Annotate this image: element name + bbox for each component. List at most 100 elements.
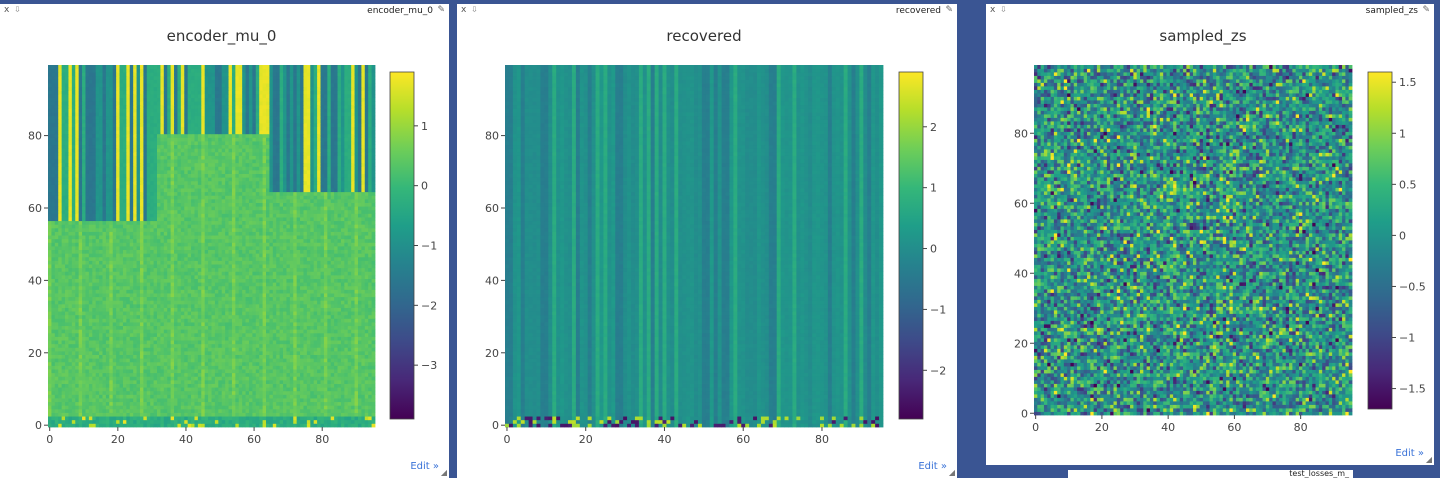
heatmap-cell <box>65 358 69 363</box>
heatmap-cell <box>272 372 277 377</box>
heatmap-cell <box>323 296 328 301</box>
heatmap-cell <box>126 260 131 265</box>
heatmap-cell <box>112 256 117 261</box>
heatmap-cell <box>357 293 362 298</box>
heatmap-cell <box>262 271 267 276</box>
heatmap-cell <box>259 260 263 265</box>
heatmap-cell <box>276 401 281 406</box>
heatmap-cell <box>184 296 189 301</box>
heatmap-cell <box>105 343 110 348</box>
heatmap-cell <box>218 318 223 323</box>
heatmap-cell <box>262 253 267 258</box>
heatmap-cell <box>351 387 355 392</box>
heatmap-cell <box>221 350 226 355</box>
heatmap-cell <box>92 369 97 374</box>
heatmap-cell <box>235 398 240 403</box>
heatmap-cell <box>112 296 117 301</box>
heatmap-cell <box>272 383 277 388</box>
heatmap-cell <box>245 398 250 403</box>
heatmap-chart-encoder-mu-0[interactable]: encoder_mu_00 20 40 60 8002040608010−1−2−3 <box>0 4 449 478</box>
heatmap-cell <box>88 354 93 359</box>
heatmap-cell <box>105 278 110 283</box>
heatmap-cell <box>153 318 158 323</box>
heatmap-cell <box>269 264 274 269</box>
heatmap-cell <box>218 350 223 355</box>
heatmap-cell <box>136 405 141 410</box>
heatmap-cell <box>364 343 369 348</box>
heatmap-cell <box>51 343 56 348</box>
heatmap-cell <box>361 300 366 305</box>
heatmap-cell <box>122 246 127 251</box>
heatmap-cell <box>334 408 338 413</box>
heatmap-cell <box>150 372 154 377</box>
heatmap-cell <box>174 358 178 363</box>
heatmap-cell <box>289 387 294 392</box>
heatmap-cell <box>245 246 250 251</box>
heatmap-cell <box>289 354 294 359</box>
heatmap-cell <box>180 387 185 392</box>
heatmap-cell <box>163 238 168 243</box>
heatmap-cell <box>361 372 366 377</box>
heatmap-cell <box>238 401 243 406</box>
heatmap-cell <box>112 408 117 413</box>
heatmap-cell <box>51 314 56 319</box>
heatmap-cell <box>157 300 161 305</box>
heatmap-cell <box>361 242 366 247</box>
heatmap-cell <box>286 318 291 323</box>
heatmap-cell <box>228 260 233 265</box>
heatmap-cell <box>65 336 69 341</box>
heatmap-cell <box>255 340 260 345</box>
heatmap-cell <box>201 369 206 374</box>
heatmap-cell <box>242 249 246 254</box>
heatmap-cell <box>283 419 287 424</box>
heatmap-cell <box>235 412 240 417</box>
heatmap-cell <box>320 387 325 392</box>
heatmap-cell <box>330 423 335 428</box>
heatmap-cell <box>68 412 73 417</box>
heatmap-cell <box>174 343 178 348</box>
heatmap-cell <box>238 267 243 272</box>
heatmap-cell <box>279 267 284 272</box>
heatmap-cell <box>119 369 124 374</box>
heatmap-cell <box>272 271 277 276</box>
heatmap-cell <box>133 361 137 366</box>
heatmap-cell <box>293 267 298 272</box>
heatmap-cell <box>235 372 240 377</box>
heatmap-cell <box>85 307 90 312</box>
heatmap-cell <box>310 354 315 359</box>
heatmap-cell <box>54 394 59 399</box>
heatmap-cell <box>231 401 236 406</box>
heatmap-cell <box>54 398 59 403</box>
heatmap-cell <box>153 379 158 384</box>
heatmap-cell <box>364 336 369 341</box>
heatmap-cell <box>143 293 148 298</box>
heatmap-cell <box>306 390 311 395</box>
heatmap-cell <box>143 379 148 384</box>
heatmap-cell <box>283 256 287 261</box>
heatmap-cell <box>150 303 154 308</box>
heatmap-cell <box>276 379 281 384</box>
heatmap-cell <box>102 376 107 381</box>
heatmap-cell <box>109 253 114 258</box>
heatmap-cell <box>122 307 127 312</box>
heatmap-cell <box>122 376 127 381</box>
heatmap-cell <box>61 296 66 301</box>
heatmap-cell <box>78 282 83 287</box>
heatmap-cell <box>116 282 120 287</box>
heatmap-cell <box>85 383 90 388</box>
heatmap-cell <box>92 296 97 301</box>
heatmap-cell <box>300 282 304 287</box>
heatmap-cell <box>143 322 148 327</box>
visdom-pane-encoder-mu-0[interactable]: x ⇩ encoder_mu_0 ✎ encoder_mu_0 0 20 40 60 80… <box>0 4 449 478</box>
heatmap-cell <box>102 249 107 254</box>
heatmap-cell <box>364 347 369 352</box>
heatmap-cell <box>286 260 291 265</box>
heatmap-cell <box>361 379 366 384</box>
heatmap-cell <box>102 314 107 319</box>
heatmap-cell <box>327 271 332 276</box>
heatmap-cell <box>283 336 287 341</box>
heatmap-cell <box>334 365 338 370</box>
heatmap-cell <box>252 332 257 337</box>
heatmap-cell <box>163 412 168 417</box>
heatmap-cell <box>191 336 195 341</box>
